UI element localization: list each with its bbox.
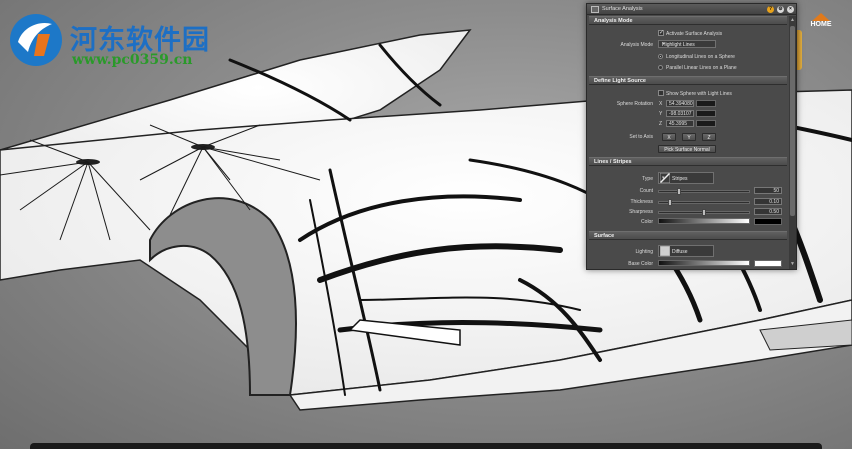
watermark-url: www.pc0359.cn	[72, 52, 193, 68]
line-type-dropdown[interactable]: Stripes ▾	[658, 172, 714, 184]
gear-icon: ⚙	[778, 6, 783, 12]
y-label: Y	[659, 111, 663, 117]
section-analysis-mode[interactable]: Analysis Mode	[589, 16, 787, 25]
count-label: Count	[639, 188, 653, 194]
section-heading: Surface	[594, 233, 615, 239]
pick-surface-normal-button[interactable]: Pick Surface Normal	[658, 145, 716, 153]
base-color-swatch[interactable]	[754, 260, 782, 267]
thickness-slider-knob[interactable]	[668, 199, 672, 206]
home-label: HOME	[810, 21, 832, 28]
activate-analysis-checkbox[interactable]	[658, 29, 664, 36]
close-icon: ×	[789, 6, 792, 12]
count-slider-knob[interactable]	[677, 188, 681, 195]
rotation-z-slider[interactable]	[696, 120, 716, 127]
thickness-value: 0.10	[769, 199, 779, 205]
settings-button[interactable]: ⚙	[777, 6, 784, 13]
section-heading: Analysis Mode	[594, 18, 633, 24]
color-label: Color	[641, 219, 653, 225]
axis-y-button[interactable]: Y	[682, 133, 696, 141]
sharpness-label: Sharpness	[629, 209, 653, 215]
show-sphere-label: Show Sphere with Light Lines	[666, 91, 732, 97]
help-icon: ?	[768, 6, 773, 12]
thickness-field[interactable]: 0.10	[754, 198, 782, 205]
axis-z-button[interactable]: Z	[702, 133, 716, 141]
rotation-y-field[interactable]: -98.03107	[666, 110, 694, 117]
thickness-slider[interactable]	[658, 199, 750, 206]
z-label: Z	[659, 121, 663, 127]
section-lines-stripes[interactable]: Lines / Stripes	[589, 157, 787, 166]
scroll-down-icon[interactable]: ▼	[789, 260, 796, 268]
section-heading: Define Light Source	[594, 78, 646, 84]
radio-plane-label: Parallel Linear Lines on a Plane	[666, 65, 737, 71]
base-color-label: Base Color	[628, 261, 653, 267]
sphere-rotation-label: Sphere Rotation	[616, 101, 653, 107]
axis-z-label: Z	[707, 135, 711, 141]
scroll-up-icon[interactable]: ▲	[789, 16, 796, 24]
count-field[interactable]: 50	[754, 187, 782, 194]
rotation-x-value: 54.394080	[669, 101, 693, 107]
count-slider[interactable]	[658, 188, 750, 195]
axis-y-label: Y	[687, 135, 691, 141]
bottom-toolbar	[30, 443, 822, 449]
lighting-dropdown[interactable]: Diffuse ▾	[658, 245, 714, 257]
lighting-label: Lighting	[635, 249, 653, 255]
surface-analysis-panel: Surface Analysis ? ⚙ × ▲ ▼ Analysis Mode…	[586, 3, 797, 270]
panel-title: Surface Analysis	[602, 6, 643, 12]
radio-plane[interactable]	[658, 65, 663, 70]
line-color-gradient[interactable]	[658, 218, 750, 224]
pick-surface-normal-label: Pick Surface Normal	[664, 147, 710, 153]
sharpness-field[interactable]: 0.50	[754, 208, 782, 215]
type-label: Type	[642, 176, 653, 182]
count-value: 50	[773, 188, 779, 194]
radio-sphere[interactable]	[658, 54, 663, 59]
set-axis-label: Set to Axis	[629, 134, 653, 140]
rotation-y-slider[interactable]	[696, 110, 716, 117]
panel-titlebar[interactable]: Surface Analysis ? ⚙ ×	[587, 4, 796, 15]
chevron-down-icon: ▾	[662, 175, 665, 181]
close-button[interactable]: ×	[787, 6, 794, 13]
rotation-y-value: -98.03107	[669, 111, 692, 117]
chevron-down-icon: ▾	[662, 41, 665, 47]
sharpness-value: 0.50	[769, 209, 779, 215]
axis-x-button[interactable]: X	[662, 133, 676, 141]
panel-scroll-thumb[interactable]	[790, 26, 795, 216]
activate-analysis-label: Activate Surface Analysis	[666, 31, 723, 37]
show-sphere-checkbox[interactable]	[658, 90, 664, 96]
watermark-logo-icon	[10, 14, 62, 66]
analysis-mode-label: Analysis Mode	[620, 42, 653, 48]
help-button[interactable]: ?	[767, 6, 774, 13]
thickness-label: Thickness	[630, 199, 653, 205]
section-surface[interactable]: Surface	[589, 231, 787, 240]
panel-window-icon	[591, 6, 599, 13]
base-color-gradient[interactable]	[658, 260, 750, 266]
radio-sphere-label: Longitudinal Lines on a Sphere	[666, 54, 735, 60]
chevron-down-icon: ▾	[662, 248, 665, 254]
section-heading: Lines / Stripes	[594, 159, 632, 165]
axis-x-label: X	[667, 135, 671, 141]
section-light-source[interactable]: Define Light Source	[589, 76, 787, 85]
sharpness-slider-knob[interactable]	[702, 209, 706, 216]
sharpness-slider[interactable]	[658, 209, 750, 216]
x-label: X	[659, 101, 663, 107]
rotation-z-value: 45.3995	[669, 121, 688, 127]
rotation-x-field[interactable]: 54.394080	[666, 100, 694, 107]
rotation-x-slider[interactable]	[696, 100, 716, 107]
watermark: 河东软件园 www.pc0359.cn	[4, 8, 224, 68]
home-button[interactable]: HOME	[806, 12, 836, 32]
rotation-z-field[interactable]: 45.3995	[666, 120, 694, 127]
analysis-mode-dropdown[interactable]: Highlight Lines ▾	[658, 40, 716, 48]
line-color-swatch[interactable]	[754, 218, 782, 225]
